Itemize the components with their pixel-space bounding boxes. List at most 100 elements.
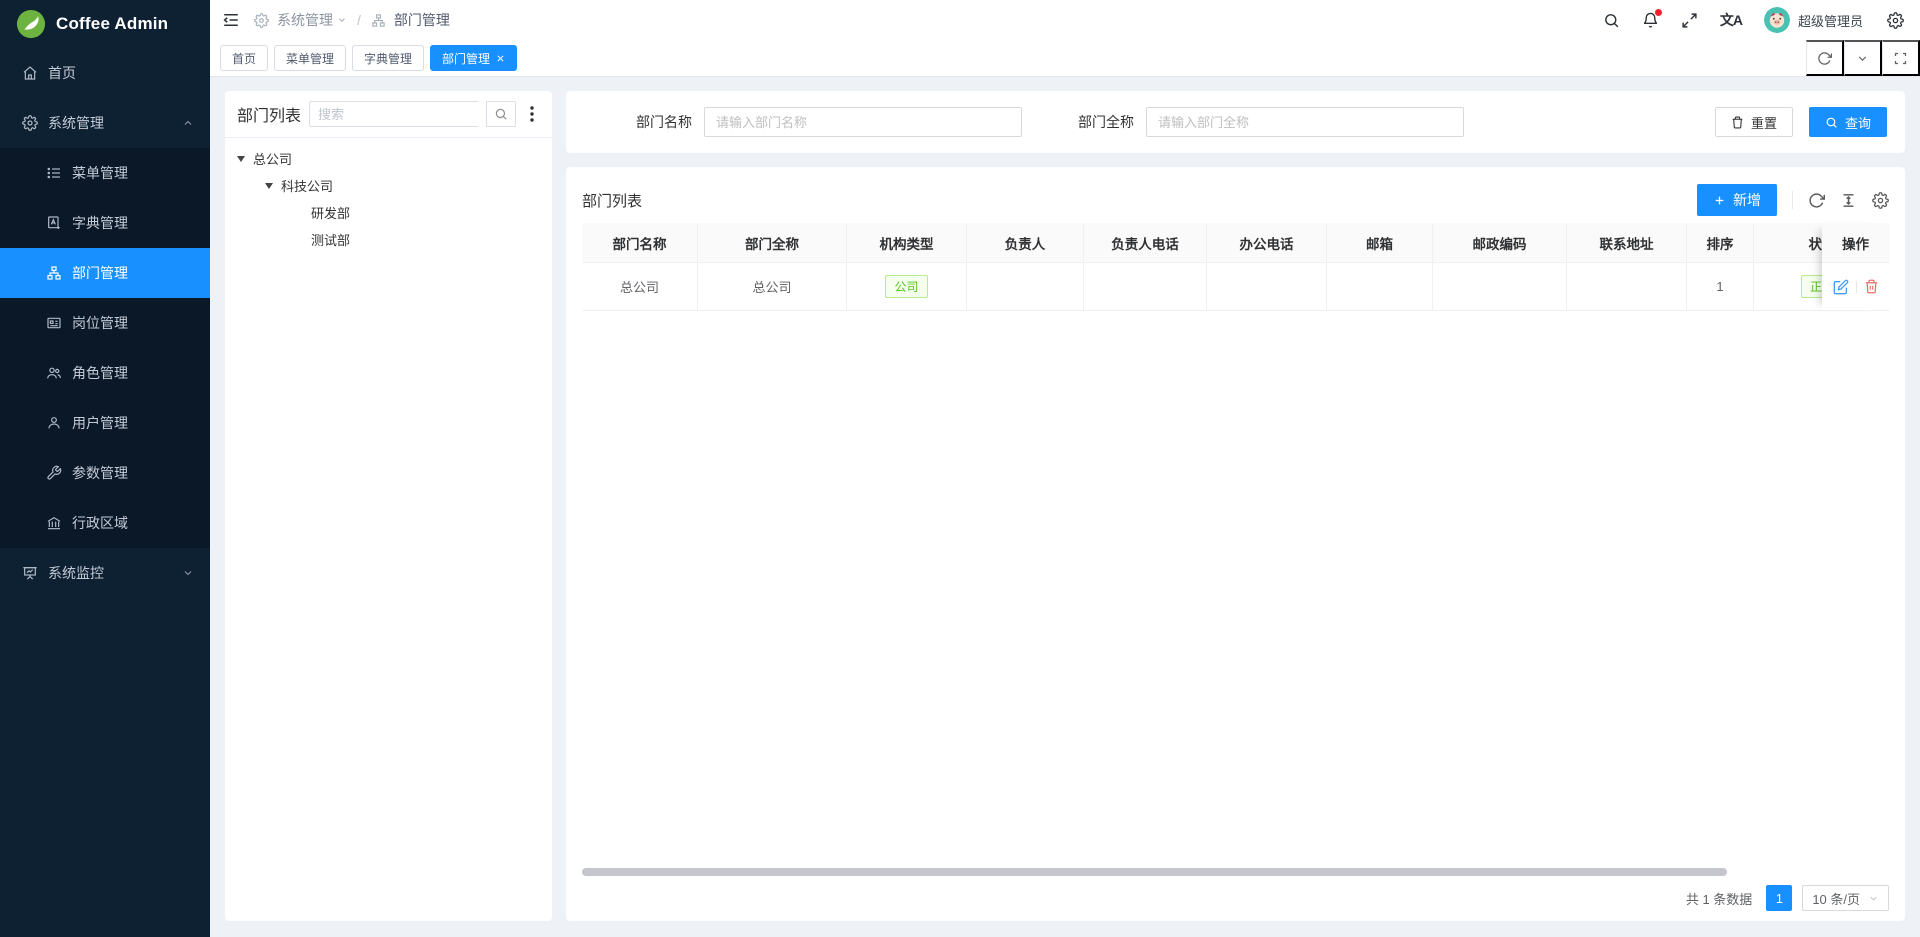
tree-node-head-office[interactable]: 总公司: [225, 145, 552, 172]
row-density-icon[interactable]: [1840, 192, 1857, 209]
settings-gear-icon[interactable]: [1887, 12, 1904, 29]
caret-down-icon[interactable]: [265, 183, 273, 189]
tab-home[interactable]: 首页: [220, 45, 268, 71]
filter-label: 部门名称: [636, 112, 692, 132]
column-header: 部门名称: [582, 223, 698, 263]
cell-sort: 1: [1687, 263, 1754, 311]
row-actions: [1822, 263, 1889, 311]
dept-name-input[interactable]: [704, 107, 1022, 137]
maximize-content-icon[interactable]: [1882, 40, 1920, 76]
breadcrumb: 系统管理 / 部门管理: [254, 10, 450, 30]
sidebar-item-label: 首页: [48, 63, 76, 83]
sidebar-item-user-mgmt[interactable]: 用户管理: [0, 398, 210, 448]
tab-dept-mgmt[interactable]: 部门管理: [430, 45, 517, 71]
search-button[interactable]: 查询: [1809, 107, 1887, 137]
sidebar-item-label: 部门管理: [72, 263, 128, 283]
filter-bar: 部门名称 部门全称 重置 查询: [566, 91, 1905, 153]
chevron-down-icon: [1868, 893, 1879, 904]
sidebar-item-label: 系统管理: [48, 113, 104, 133]
close-tab-icon[interactable]: [496, 54, 505, 63]
tree-node-test-dept[interactable]: 测试部: [225, 226, 552, 253]
search-icon: [1825, 116, 1838, 129]
collapse-sidebar-icon[interactable]: [222, 11, 240, 29]
fixed-operations-column: 操作: [1822, 223, 1889, 311]
wrench-icon: [46, 465, 62, 481]
caret-down-icon[interactable]: [237, 156, 245, 162]
tab-list-chevron-icon[interactable]: [1844, 40, 1882, 76]
tree-node-tech-company[interactable]: 科技公司: [225, 172, 552, 199]
sidebar-item-post-mgmt[interactable]: 岗位管理: [0, 298, 210, 348]
sidebar-menu: 首页 系统管理 菜单管理: [0, 48, 210, 937]
sidebar-item-label: 岗位管理: [72, 313, 128, 333]
fullscreen-icon[interactable]: [1681, 12, 1698, 29]
horizontal-scrollbar[interactable]: [582, 868, 1727, 876]
tab-dict-mgmt[interactable]: 字典管理: [352, 45, 424, 71]
sidebar-submenu-system: 菜单管理 字典管理 部门管理: [0, 148, 210, 548]
page-number-button[interactable]: 1: [1766, 885, 1792, 911]
sidebar-item-system-mgmt[interactable]: 系统管理: [0, 98, 210, 148]
tree-more-icon[interactable]: [524, 106, 540, 122]
sidebar-item-dict-mgmt[interactable]: 字典管理: [0, 198, 210, 248]
sidebar-item-menu-mgmt[interactable]: 菜单管理: [0, 148, 210, 198]
topbar-actions: 文A 超级管理员: [1603, 7, 1904, 33]
column-header: 机构类型: [847, 223, 967, 263]
refresh-tab-icon[interactable]: [1806, 40, 1844, 76]
sidebar-item-role-mgmt[interactable]: 角色管理: [0, 348, 210, 398]
org-chart-icon: [371, 13, 386, 28]
gear-icon: [22, 115, 38, 131]
tree-search-input[interactable]: [309, 101, 478, 127]
user-menu[interactable]: 超级管理员: [1764, 7, 1863, 33]
table-row: 总公司 总公司 公司 1 正常: [582, 263, 1889, 311]
notification-badge: [1655, 9, 1662, 16]
sidebar-item-label: 用户管理: [72, 413, 128, 433]
dept-tree-header: 部门列表: [225, 91, 552, 137]
divider: [1792, 191, 1793, 209]
translate-icon[interactable]: 文A: [1720, 10, 1742, 30]
divider: [1856, 281, 1857, 293]
sidebar-item-label: 系统监控: [48, 563, 104, 583]
sidebar-item-system-monitor[interactable]: 系统监控: [0, 548, 210, 598]
tree-node-rd-dept[interactable]: 研发部: [225, 199, 552, 226]
sidebar-item-admin-region[interactable]: 行政区域: [0, 498, 210, 548]
breadcrumb-section[interactable]: 系统管理: [277, 10, 347, 30]
list-icon: [46, 165, 62, 181]
cell-address: [1567, 263, 1687, 311]
pagination: 共 1 条数据 1 10 条/页: [582, 879, 1889, 921]
sidebar-item-label: 字典管理: [72, 213, 128, 233]
dept-table: 部门名称 部门全称 机构类型 负责人 负责人电话 办公电话 邮箱 邮政编码 联系…: [582, 223, 1889, 311]
dept-tree: 总公司 科技公司 研发部 测试部: [225, 138, 552, 260]
filter-actions: 重置 查询: [1715, 107, 1887, 137]
gear-icon: [254, 13, 269, 28]
dept-tree-title: 部门列表: [237, 102, 301, 126]
right-column: 部门名称 部门全称 重置 查询: [566, 91, 1905, 921]
column-header: 部门全称: [698, 223, 847, 263]
delete-icon[interactable]: [1864, 279, 1879, 294]
pagination-total: 共 1 条数据: [1686, 889, 1752, 908]
page-size-select[interactable]: 10 条/页: [1802, 885, 1889, 911]
chevron-down-icon: [182, 567, 194, 579]
sidebar-item-dept-mgmt[interactable]: 部门管理: [0, 248, 210, 298]
screen: Coffee Admin 首页 系统管理: [0, 0, 1920, 937]
cell-email: [1327, 263, 1433, 311]
cell-office-phone: [1207, 263, 1327, 311]
notification-bell-icon[interactable]: [1642, 12, 1659, 29]
tree-search-button[interactable]: [486, 101, 516, 127]
sidebar-item-param-mgmt[interactable]: 参数管理: [0, 448, 210, 498]
main-area: 系统管理 / 部门管理: [210, 0, 1920, 937]
dept-table-card: 部门列表 新增: [566, 167, 1905, 921]
tab-menu-mgmt[interactable]: 菜单管理: [274, 45, 346, 71]
column-settings-gear-icon[interactable]: [1872, 192, 1889, 209]
edit-icon[interactable]: [1833, 279, 1849, 295]
avatar: [1764, 7, 1790, 33]
dept-fullname-input[interactable]: [1146, 107, 1464, 137]
refresh-table-icon[interactable]: [1808, 192, 1825, 209]
dictionary-icon: [46, 215, 62, 231]
sidebar-item-home[interactable]: 首页: [0, 48, 210, 98]
reset-button[interactable]: 重置: [1715, 107, 1793, 137]
add-button[interactable]: 新增: [1697, 184, 1777, 216]
org-chart-icon: [46, 265, 62, 281]
chevron-down-icon: [337, 15, 347, 25]
column-header: 联系地址: [1567, 223, 1687, 263]
idcard-icon: [46, 315, 62, 331]
search-icon[interactable]: [1603, 12, 1620, 29]
